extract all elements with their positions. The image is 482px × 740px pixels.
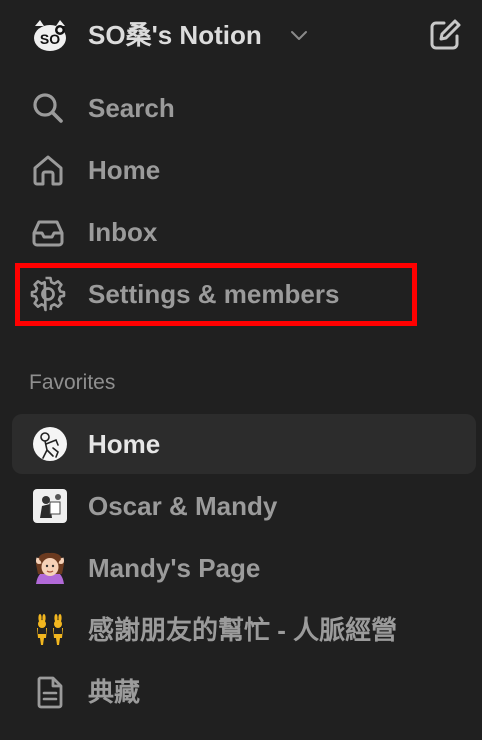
workspace-name: SO桑's Notion — [88, 20, 262, 50]
photo-thumbnail-icon — [33, 489, 67, 523]
favorite-label-thanks-friends: 感謝朋友的幫忙 - 人脈經營 — [88, 615, 398, 645]
inbox-icon — [32, 220, 64, 247]
document-icon — [37, 676, 63, 709]
people-with-bunny-ears-emoji — [37, 614, 63, 645]
nav-item-inbox[interactable]: Inbox — [12, 202, 476, 262]
favorite-label-mandys-page: Mandy's Page — [88, 553, 261, 583]
favorite-label-collection: 典藏 — [88, 677, 141, 707]
highlight-annotation — [15, 263, 417, 326]
woman-gesturing-ok-emoji — [35, 552, 65, 584]
workspace-switcher[interactable]: SO SO桑's Notion — [0, 0, 482, 70]
nav-label-home: Home — [88, 155, 161, 185]
nav-label-inbox: Inbox — [88, 217, 158, 247]
favorites-section-title: Favorites — [29, 371, 116, 394]
favorite-item-thanks-friends[interactable]: 感謝朋友的幫忙 - 人脈經營 — [12, 600, 476, 660]
favorite-item-mandys-page[interactable]: Mandy's Page — [12, 538, 476, 598]
sidebar: SO SO桑's Notion Search Home Inbox Settin… — [0, 0, 482, 740]
favorite-label-oscar-mandy: Oscar & Mandy — [88, 491, 278, 521]
favorite-item-oscar-mandy[interactable]: Oscar & Mandy — [12, 476, 476, 536]
favorite-label-home: Home — [88, 429, 161, 459]
home-icon — [33, 155, 63, 186]
chevron-down-icon[interactable] — [289, 27, 309, 43]
nav-item-search[interactable]: Search — [12, 78, 476, 138]
nav-item-home[interactable]: Home — [12, 140, 476, 200]
favorite-item-collection[interactable]: 典藏 — [12, 662, 476, 722]
favorite-item-home[interactable]: Home — [12, 414, 476, 474]
compose-icon[interactable] — [427, 17, 463, 53]
nav-label-search: Search — [88, 93, 175, 123]
search-icon — [33, 93, 63, 123]
cat-face-icon: SO — [34, 20, 66, 51]
sketch-avatar-icon — [33, 427, 67, 461]
